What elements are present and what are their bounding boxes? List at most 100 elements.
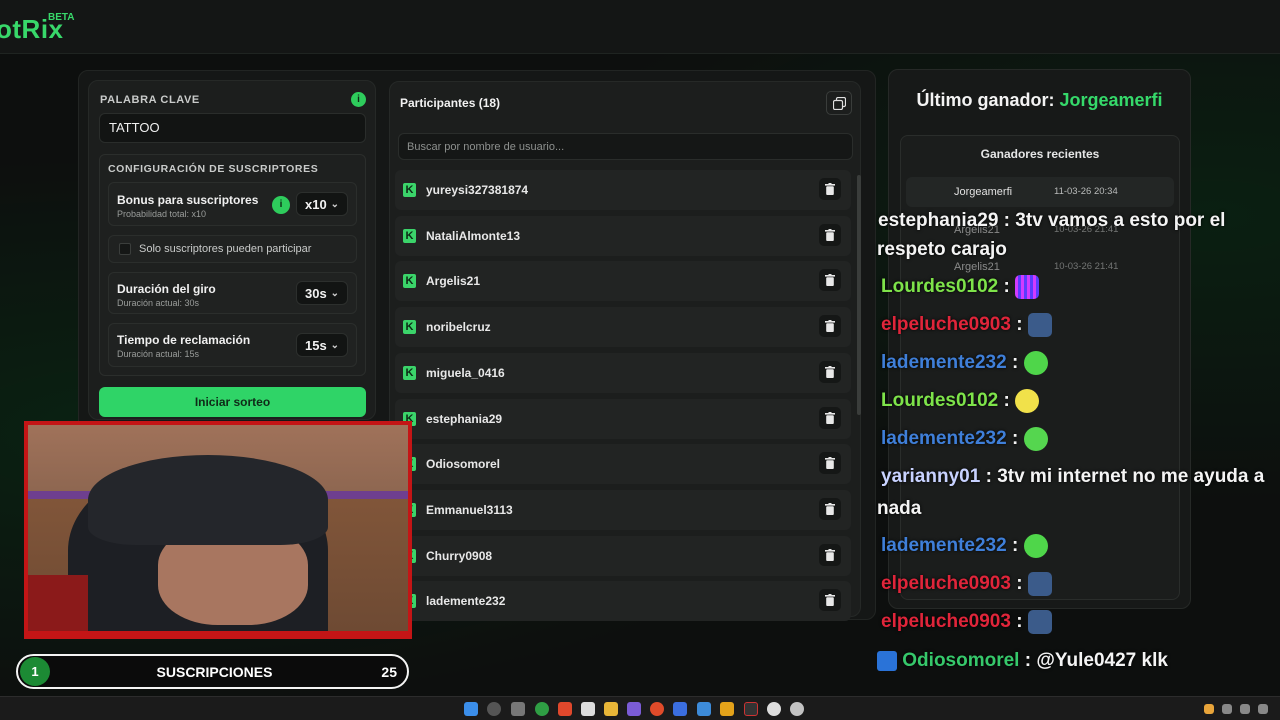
- scrollbar[interactable]: [857, 175, 861, 415]
- search-icon[interactable]: [487, 702, 501, 716]
- chat-message: elpeluche0903 :: [881, 568, 1280, 599]
- bonus-value: x10: [305, 197, 327, 212]
- beta-badge: BETA: [48, 12, 75, 23]
- trash-icon: [825, 549, 835, 561]
- emote-icon: [1027, 312, 1052, 337]
- chat-text: respeto carajo: [877, 239, 1007, 260]
- kick-icon: K: [403, 274, 416, 288]
- info-icon[interactable]: i: [351, 92, 366, 107]
- participant-search-input[interactable]: Buscar por nombre de usuario...: [398, 133, 853, 160]
- chevron-down-icon: ⌄: [330, 340, 339, 351]
- start-raffle-button[interactable]: Iniciar sorteo: [99, 387, 366, 417]
- emote-icon: [1023, 533, 1048, 558]
- remove-participant-button[interactable]: [819, 589, 841, 611]
- obs-icon[interactable]: [744, 702, 758, 716]
- subscription-total: 25: [381, 664, 397, 680]
- chat-username: Odiosomorel: [902, 650, 1020, 671]
- remove-participant-button[interactable]: [819, 269, 841, 291]
- participant-name: Argelis21: [426, 274, 481, 288]
- last-winner-label: Último ganador:: [916, 90, 1055, 110]
- chat-message: nada: [877, 493, 1280, 524]
- folder-icon[interactable]: [604, 702, 618, 716]
- remove-participant-button[interactable]: [819, 452, 841, 474]
- emote-icon: [1015, 274, 1040, 299]
- trash-icon: [825, 183, 835, 195]
- bonus-title: Bonus para suscriptores: [117, 193, 259, 207]
- store-icon[interactable]: [581, 702, 595, 716]
- claim-select[interactable]: 15s ⌄: [296, 333, 348, 357]
- browser-icon[interactable]: [650, 702, 664, 716]
- chevron-down-icon: ⌄: [330, 199, 339, 210]
- participant-name: lademente232: [426, 594, 506, 608]
- chrome-icon[interactable]: [535, 702, 549, 716]
- only-subs-row[interactable]: Solo suscriptores pueden participar: [108, 235, 357, 263]
- trash-icon: [825, 366, 835, 378]
- trash-icon: [825, 274, 835, 286]
- only-subs-checkbox[interactable]: [119, 243, 131, 255]
- recent-winner-row: Jorgeamerfi 11-03-26 20:34: [906, 177, 1174, 207]
- badge-icon: [877, 650, 897, 671]
- remove-participant-button[interactable]: [819, 544, 841, 566]
- copy-button[interactable]: [826, 91, 852, 115]
- chat-message: Lourdes0102 :: [881, 271, 1280, 302]
- settings-icon[interactable]: [767, 702, 781, 716]
- remove-participant-button[interactable]: [819, 407, 841, 429]
- media-icon[interactable]: [790, 702, 804, 716]
- participants-title: Participantes (18): [400, 96, 501, 110]
- recent-winner-name: Jorgeamerfi: [954, 186, 1013, 198]
- remove-participant-button[interactable]: [819, 315, 841, 337]
- last-winner: Último ganador: Jorgeamerfi: [888, 90, 1191, 111]
- chat-message: yarianny01 : 3tv mi internet no me ayuda…: [881, 466, 1265, 487]
- chat-username: lademente232: [881, 535, 1007, 556]
- chat-username: estephania29: [878, 210, 999, 231]
- chat-username: Lourdes0102: [881, 276, 999, 297]
- participant-row: Kestephania29: [395, 399, 851, 439]
- emote-icon: [1027, 571, 1052, 596]
- remove-participant-button[interactable]: [819, 361, 841, 383]
- duration-select[interactable]: 30s ⌄: [296, 281, 348, 305]
- only-subs-label: Solo suscriptores pueden participar: [139, 243, 312, 255]
- participant-row: K Argelis21: [395, 261, 851, 301]
- trash-icon: [825, 412, 835, 424]
- app-icon[interactable]: [720, 702, 734, 716]
- tray-icon[interactable]: [1258, 704, 1268, 714]
- tray-icon[interactable]: [1204, 704, 1214, 714]
- emote-icon: [1027, 609, 1052, 634]
- duration-value: 30s: [305, 286, 327, 301]
- info-icon[interactable]: i: [272, 196, 290, 214]
- task-view-icon[interactable]: [511, 702, 525, 716]
- tray-icon[interactable]: [1240, 704, 1250, 714]
- chat-username: elpeluche0903: [881, 573, 1011, 594]
- remove-participant-button[interactable]: [819, 498, 841, 520]
- brave-icon[interactable]: [558, 702, 572, 716]
- chat-text: 3tv mi internet no me ayuda a: [997, 466, 1265, 487]
- remove-participant-button[interactable]: [819, 178, 841, 200]
- webcam-chair: [28, 575, 88, 631]
- taskbar: [0, 696, 1280, 720]
- start-icon[interactable]: [464, 702, 478, 716]
- keyword-input[interactable]: TATTOO: [99, 113, 366, 143]
- app-icon[interactable]: [673, 702, 687, 716]
- chat-username: elpeluche0903: [881, 611, 1011, 632]
- participant-name: NataliAlmonte13: [426, 229, 521, 243]
- app-icon[interactable]: [627, 702, 641, 716]
- chat-username: lademente232: [881, 352, 1007, 373]
- participant-name: Odiosomorel: [426, 457, 501, 471]
- participant-row: KEmmanuel3113: [395, 490, 851, 530]
- participant-row: KOdiosomorel: [395, 444, 851, 484]
- subscriber-config-label: CONFIGURACIÓN DE SUSCRIPTORES: [108, 163, 319, 175]
- kick-icon: K: [403, 183, 416, 197]
- chat-message: elpeluche0903 :: [881, 309, 1280, 340]
- chat-username: Lourdes0102: [881, 390, 999, 411]
- chat-overlay: estephania29 : 3tv vamos a esto por el r…: [872, 205, 1280, 675]
- chat-text: nada: [877, 498, 922, 519]
- chevron-down-icon: ⌄: [330, 288, 339, 299]
- shield-icon[interactable]: [697, 702, 711, 716]
- tray-icon[interactable]: [1222, 704, 1232, 714]
- remove-participant-button[interactable]: [819, 224, 841, 246]
- top-bar: otRix BETA: [0, 0, 1280, 54]
- subscription-label: SUSCRIPCIONES: [156, 664, 273, 680]
- subscription-goal-bar: 1 SUSCRIPCIONES 25: [16, 654, 409, 689]
- participant-name: estephania29: [426, 412, 503, 426]
- bonus-select[interactable]: x10 ⌄: [296, 192, 348, 216]
